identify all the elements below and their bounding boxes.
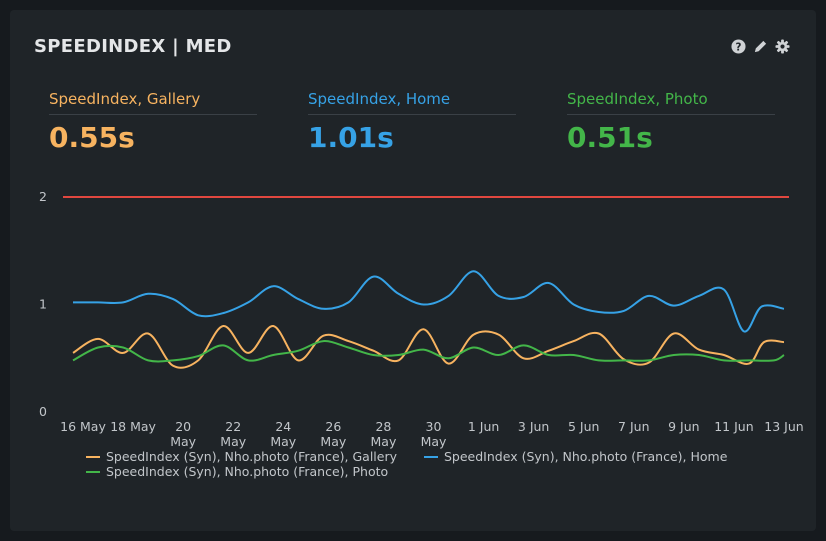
- y-tick-label: 1: [39, 297, 47, 312]
- x-tick-label: 11 Jun: [714, 419, 753, 434]
- x-tick-label: 30: [426, 419, 442, 434]
- x-tick-label: 18 May: [110, 419, 156, 434]
- x-tick-label: 26: [325, 419, 341, 434]
- series-line-photo: [72, 340, 785, 363]
- x-tick-label: May: [220, 434, 246, 449]
- speedindex-line-chart: 01216 May 18 May 20May22May24May26May28May…: [39, 189, 804, 479]
- x-tick-label: 13 Jun: [764, 419, 803, 434]
- x-tick-label: 9 Jun: [668, 419, 699, 434]
- x-tick-label: 16 May: [60, 419, 106, 434]
- x-tick-label: May: [320, 434, 346, 449]
- x-tick-label: 7 Jun: [618, 419, 649, 434]
- x-tick-label: May: [170, 434, 196, 449]
- y-tick-label: 0: [39, 404, 47, 419]
- x-tick-label: May: [421, 434, 447, 449]
- x-tick-label: May: [371, 434, 397, 449]
- x-tick-label: 28: [375, 419, 391, 434]
- x-tick-label: 5 Jun: [568, 419, 599, 434]
- x-tick-label: 24: [275, 419, 291, 434]
- x-tick-label: 22: [225, 419, 241, 434]
- x-tick-label: 20: [175, 419, 191, 434]
- legend-item-photo[interactable]: SpeedIndex (Syn), Nho.photo (France), Ph…: [106, 464, 388, 479]
- x-tick-label: May: [270, 434, 296, 449]
- y-tick-label: 2: [39, 189, 47, 204]
- legend-item-home[interactable]: SpeedIndex (Syn), Nho.photo (France), Ho…: [444, 449, 728, 464]
- x-tick-label: 1 Jun: [468, 419, 499, 434]
- speedindex-panel: SPEEDINDEX | MED ? SpeedIndex, Gallery 0…: [10, 10, 816, 531]
- legend-item-gallery[interactable]: SpeedIndex (Syn), Nho.photo (France), Ga…: [106, 449, 398, 464]
- x-tick-label: 3 Jun: [518, 419, 549, 434]
- series-line-gallery: [72, 325, 785, 369]
- series-line-home: [73, 270, 785, 333]
